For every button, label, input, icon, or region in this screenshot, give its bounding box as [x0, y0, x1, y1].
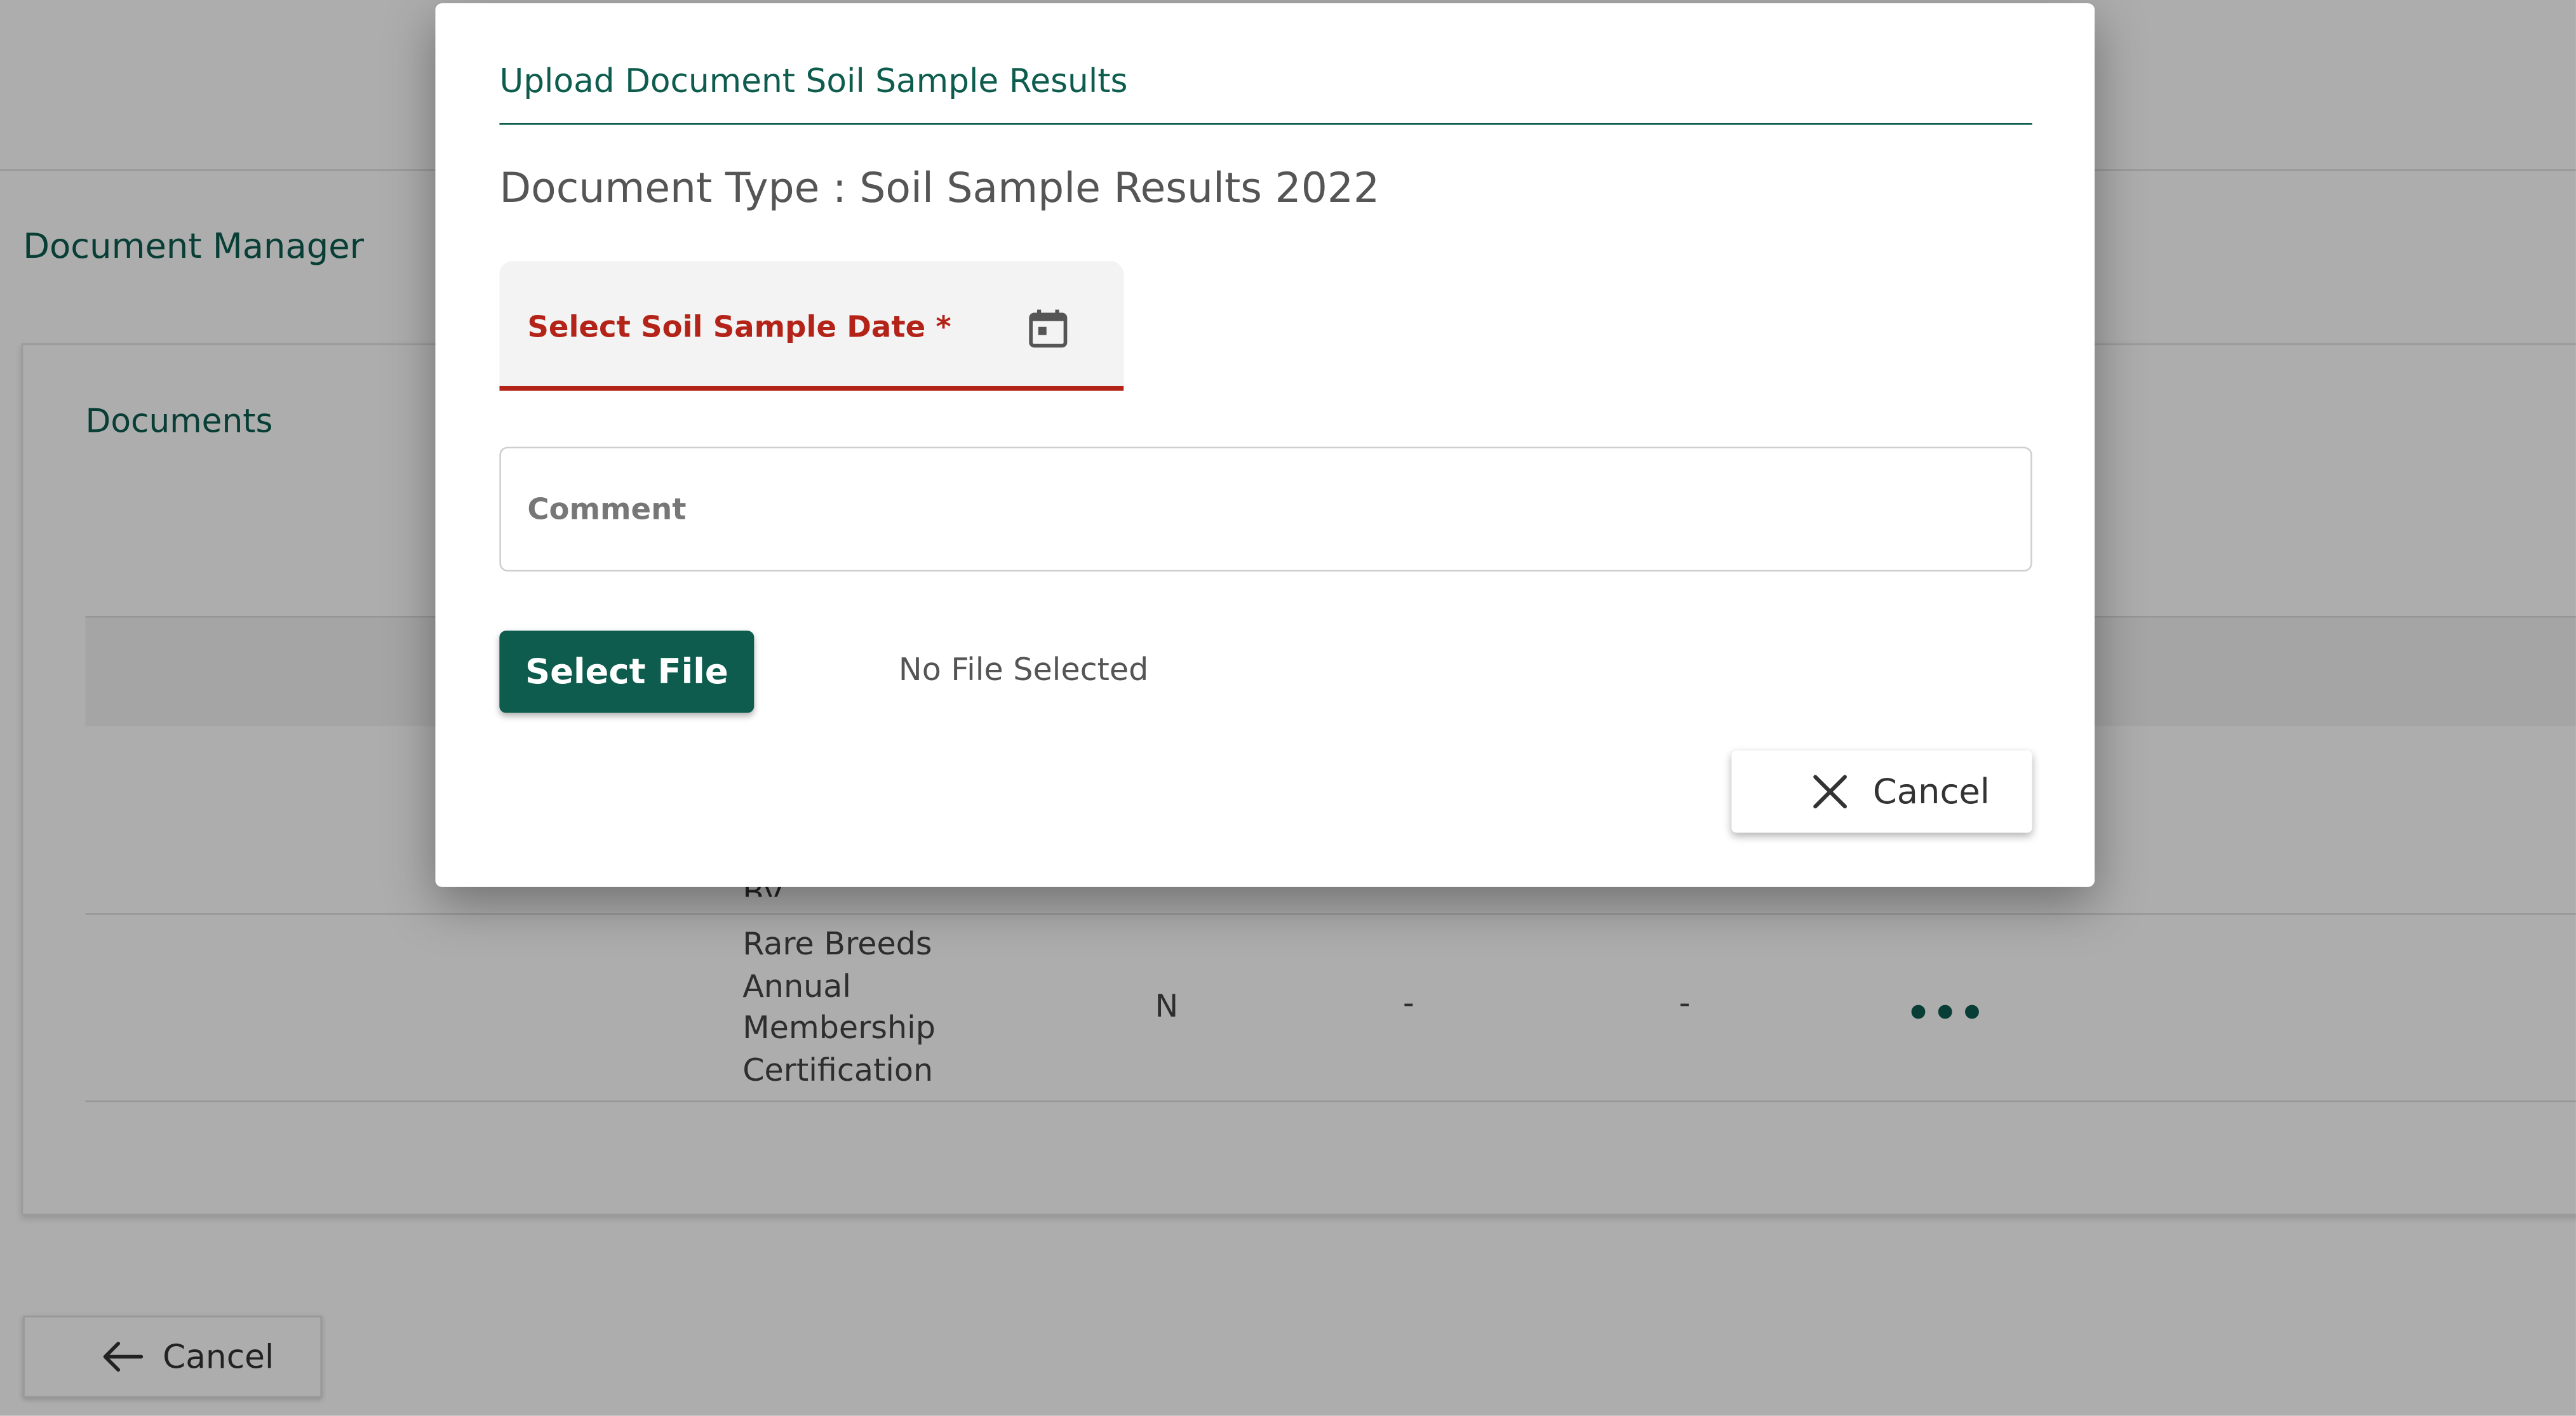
dialog-title: Upload Document Soil Sample Results	[499, 60, 1128, 100]
close-icon	[1813, 775, 1847, 809]
comment-placeholder: Comment	[527, 493, 687, 528]
cancel-button[interactable]: Cancel	[1731, 751, 2032, 833]
calendar-icon[interactable]	[1025, 305, 1071, 351]
select-file-button[interactable]: Select File	[499, 631, 755, 713]
upload-document-dialog: Upload Document Soil Sample Results Docu…	[435, 3, 2095, 887]
cancel-label: Cancel	[1872, 771, 1990, 812]
document-type-text: Document Type : Soil Sample Results 2022	[499, 164, 1380, 212]
file-status-text: No File Selected	[898, 651, 1149, 688]
date-field-label: Select Soil Sample Date *	[527, 310, 951, 345]
title-divider	[499, 123, 2032, 125]
screen: Document Manager Documents By Rare Breed…	[0, 0, 2576, 1416]
comment-input[interactable]: Comment	[499, 446, 2032, 572]
soil-sample-date-field[interactable]: Select Soil Sample Date *	[499, 261, 1124, 391]
